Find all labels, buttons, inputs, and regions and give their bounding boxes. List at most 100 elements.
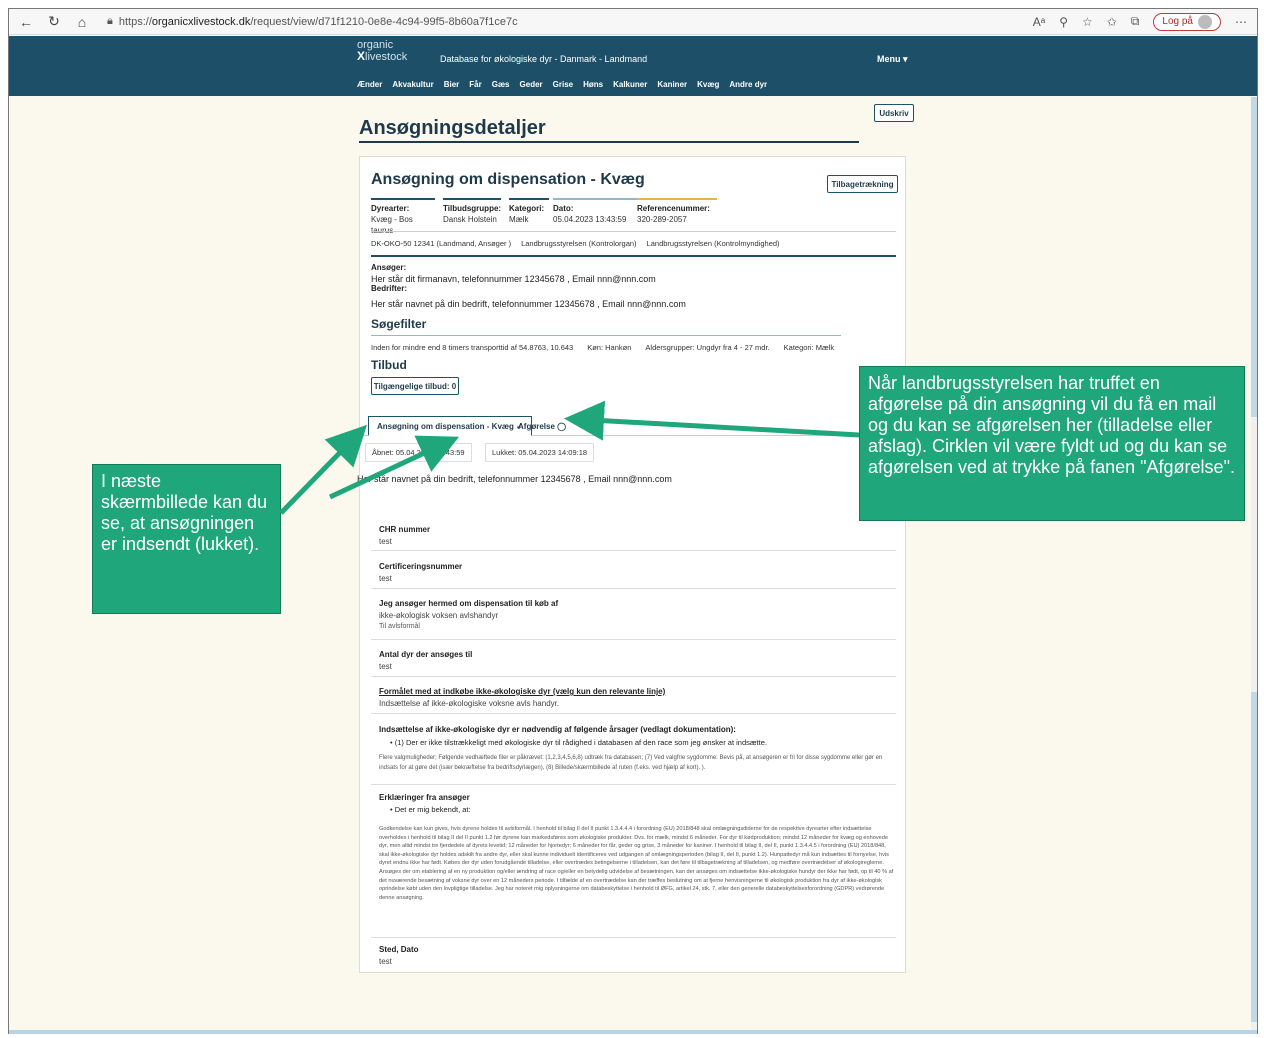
- reasons-bullet: • (1) Der er ikke tilstrækkeligt med øko…: [390, 738, 767, 747]
- divider: [371, 784, 896, 785]
- declarations-bullet: • Det er mig bekendt, at:: [390, 805, 471, 814]
- meta-group: Tilbudsgruppe: Dansk Holstein: [443, 198, 501, 225]
- divider: [371, 713, 896, 714]
- field-reasons-label: Indsættelse af ikke-økologiske dyr er nø…: [379, 725, 896, 734]
- applicant-label: Ansøger:: [371, 263, 407, 272]
- bottom-bar: [9, 1030, 1257, 1034]
- field-label: Erklæringer fra ansøger: [379, 793, 470, 802]
- nav-item-animal[interactable]: Kvæg: [697, 80, 719, 89]
- field-purpose: Formålet med at indkøbe ikke-økologiske …: [379, 687, 896, 708]
- filter-item: Køn: Hankøn: [587, 343, 632, 352]
- meta-category: Kategori: Mælk: [509, 198, 549, 225]
- nav-item-animal[interactable]: Høns: [583, 80, 603, 89]
- field-label: Jeg ansøger hermed om dispensation til k…: [379, 599, 559, 608]
- nav-item-animal[interactable]: Kaniner: [657, 80, 687, 89]
- divider: [371, 255, 896, 257]
- read-aloud-icon[interactable]: Aᵃ: [1033, 15, 1045, 29]
- logo-bottom: livestock: [365, 51, 408, 63]
- nav-item-animal[interactable]: Kalkuner: [613, 80, 647, 89]
- field-value: test: [379, 574, 392, 583]
- reload-icon[interactable]: ↻: [43, 13, 65, 30]
- field-label: Certificeringsnummer: [379, 562, 463, 571]
- tab-decision[interactable]: Afgørelse ◯: [510, 416, 574, 436]
- bullet-text: Det er mig bekendt, at:: [394, 805, 471, 814]
- divider: [371, 550, 896, 551]
- field-value: test: [379, 957, 392, 966]
- offers-heading: Tilbud: [371, 358, 407, 372]
- meta-value: 320-289-2057: [637, 215, 687, 224]
- opened-timestamp: Åbnet: 05.04.2023 13:43:59: [365, 443, 472, 462]
- nav-item-animal[interactable]: Ænder: [357, 80, 382, 89]
- field-count: Antal dyr der ansøges til test: [379, 650, 896, 671]
- site-subtitle: Database for økologiske dyr - Danmark - …: [440, 54, 648, 64]
- meta-value: 05.04.2023 13:43:59: [553, 215, 627, 224]
- filter-row: Inden for mindre end 8 timers transportt…: [371, 343, 834, 352]
- scrollbar[interactable]: [1251, 97, 1257, 1033]
- application-card: Ansøgning om dispensation - Kvæg Tilbage…: [357, 156, 907, 973]
- print-button[interactable]: Udskriv: [874, 104, 914, 122]
- title-underline: [359, 141, 859, 143]
- field-declarations: Erklæringer fra ansøger: [379, 793, 896, 802]
- favorites-list-icon[interactable]: ✩: [1107, 15, 1117, 29]
- scroll-thumb[interactable]: [1251, 692, 1257, 1022]
- nav-item-animal[interactable]: Grise: [553, 80, 573, 89]
- field-label: CHR nummer: [379, 525, 431, 534]
- field-value: Indsættelse af ikke-økologiske voksne av…: [379, 699, 560, 708]
- field-value: test: [379, 537, 392, 546]
- back-icon[interactable]: ←: [15, 14, 37, 30]
- field-label: Sted, Dato: [379, 945, 419, 954]
- filter-item: Kategori: Mælk: [783, 343, 835, 352]
- field-value: ikke-økologisk voksen avlshandyr: [379, 611, 499, 620]
- more-icon[interactable]: ⋯: [1235, 15, 1247, 29]
- nav-item-animal[interactable]: Akvakultur: [392, 80, 433, 89]
- site-logo[interactable]: organic Xlivestock: [357, 40, 407, 63]
- url-prefix: https://: [118, 15, 152, 28]
- scroll-thumb[interactable]: [1251, 97, 1257, 417]
- tab-application[interactable]: Ansøgning om dispensation - Kvæg ✓: [368, 416, 532, 436]
- meta-reference: Referencenummer: 320-289-2057: [637, 198, 717, 225]
- nav-item-animal[interactable]: Får: [469, 80, 481, 89]
- nav-item-animal[interactable]: Andre dyr: [729, 80, 767, 89]
- login-label: Log på: [1162, 16, 1193, 27]
- meta-label: Referencenummer:: [637, 198, 717, 214]
- divider: [371, 335, 841, 336]
- menu-button[interactable]: Menu ▾: [877, 54, 908, 65]
- zoom-icon[interactable]: ⚲: [1059, 15, 1068, 29]
- meta-label: Dyrearter:: [371, 198, 435, 214]
- lock-icon: 🔒︎: [107, 15, 113, 27]
- tab-bar: Ansøgning om dispensation - Kvæg ✓ Afgør…: [360, 416, 907, 436]
- nav-item-animal[interactable]: Bier: [444, 80, 460, 89]
- collections-icon[interactable]: ⧉: [1131, 14, 1140, 29]
- divider: [371, 588, 896, 589]
- organisation-item: DK-OKO-50 12341 (Landmand, Ansøger ): [371, 239, 512, 248]
- organisation-item: Landbrugsstyrelsen (Kontrolorgan): [521, 239, 637, 248]
- field-label: Antal dyr der ansøges til: [379, 650, 473, 659]
- meta-value: Mælk: [509, 215, 529, 224]
- closed-timestamp: Lukket: 05.04.2023 14:09:18: [485, 443, 595, 462]
- withdraw-button[interactable]: Tilbagetrækning: [827, 175, 898, 193]
- filter-item: Inden for mindre end 8 timers transportt…: [371, 343, 574, 352]
- site-header: organic Xlivestock Database for økologis…: [9, 36, 1257, 96]
- favorite-icon[interactable]: ☆: [1082, 15, 1093, 29]
- application-title: Ansøgning om dispensation - Kvæg: [371, 171, 645, 188]
- page-title: Ansøgningsdetaljer: [359, 117, 546, 139]
- login-button[interactable]: Log på: [1153, 12, 1221, 31]
- meta-label: Dato:: [553, 198, 639, 214]
- animal-nav: Ænder Akvakultur Bier Får Gæs Geder Grise Høns K…: [357, 80, 767, 89]
- url-host: organicxlivestock.dk: [151, 15, 251, 28]
- declarations-text: Godkendelse kan kun gives, hvis dyrene h…: [379, 826, 894, 901]
- filter-heading: Søgefilter: [371, 317, 427, 331]
- nav-item-animal[interactable]: Geder: [520, 80, 543, 89]
- divider: [371, 676, 896, 677]
- home-icon[interactable]: ⌂: [71, 14, 93, 30]
- applicant-text: Her står dit firmanavn, telefonnummer 12…: [371, 274, 656, 284]
- filter-item: Aldersgrupper: Ungdyr fra 4 - 27 mdr.: [645, 343, 770, 352]
- field-purchase: Jeg ansøger hermed om dispensation til k…: [379, 599, 896, 630]
- field-value: test: [379, 662, 392, 671]
- offers-button[interactable]: Tilgængelige tilbud: 0: [371, 377, 459, 395]
- address-bar[interactable]: 🔒︎ https://organicxlivestock.dk/request/…: [107, 15, 518, 28]
- logo-x: X: [357, 49, 366, 63]
- nav-item-animal[interactable]: Gæs: [492, 80, 510, 89]
- meta-label: Kategori:: [509, 198, 549, 214]
- field-certificate: Certificeringsnummer test: [379, 562, 896, 583]
